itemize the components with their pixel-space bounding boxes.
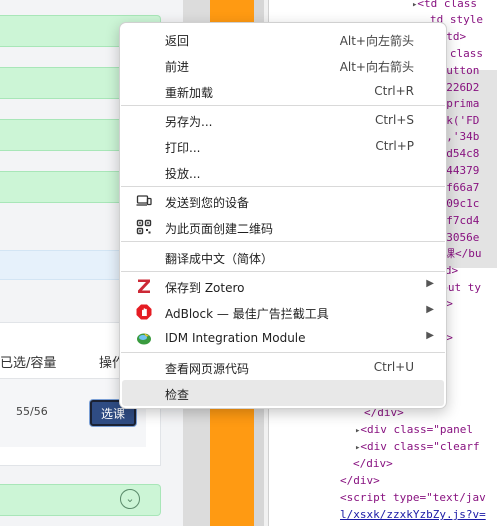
- menu-item-back[interactable]: 返回 Alt+向左箭头: [122, 26, 444, 52]
- submenu-arrow-icon: ▶: [426, 304, 434, 315]
- menu-item-label: 为此页面创建二维码: [165, 222, 274, 236]
- menu-item-qr-code[interactable]: 为此页面创建二维码: [122, 214, 444, 240]
- menu-item-view-source[interactable]: 查看网页源代码 Ctrl+U: [122, 354, 444, 380]
- menu-item-label: 翻译成中文（简体）: [165, 252, 274, 266]
- dom-node-text: <div class="clearf: [360, 440, 480, 453]
- menu-separator: [121, 352, 445, 353]
- menu-item-send-to-devices[interactable]: 发送到您的设备: [122, 188, 444, 214]
- menu-item-shortcut: Alt+向左箭头: [339, 34, 414, 48]
- menu-item-idm[interactable]: IDM Integration Module ▶: [122, 325, 444, 351]
- qr-code-icon: [136, 219, 152, 235]
- menu-item-print[interactable]: 打印... Ctrl+P: [122, 133, 444, 159]
- menu-item-label: AdBlock — 最佳广告拦截工具: [165, 307, 329, 321]
- menu-item-shortcut: Ctrl+U: [373, 360, 414, 374]
- dom-tree-line[interactable]: <script type="text/jav: [340, 490, 486, 507]
- menu-separator: [121, 271, 445, 272]
- menu-separator: [121, 105, 445, 106]
- menu-item-shortcut: Alt+向右箭头: [339, 60, 414, 74]
- menu-item-label: 返回: [165, 34, 190, 48]
- idm-icon: [136, 330, 152, 346]
- menu-item-shortcut: Ctrl+P: [375, 139, 414, 153]
- zotero-icon: [136, 278, 152, 294]
- menu-item-adblock[interactable]: AdBlock — 最佳广告拦截工具 ▶: [122, 299, 444, 325]
- menu-item-label: 另存为...: [165, 115, 213, 129]
- dom-tree-line[interactable]: l/xsxk/zzxkYzbZy.js?v=: [340, 507, 486, 524]
- dom-node-text: <script type="text/jav: [340, 491, 486, 504]
- menu-separator: [121, 241, 445, 242]
- submenu-arrow-icon: ▶: [426, 330, 434, 341]
- context-menu: 返回 Alt+向左箭头 前进 Alt+向右箭头 重新加载 Ctrl+R 另存为.…: [119, 22, 447, 409]
- devices-icon: [136, 193, 152, 209]
- menu-item-label: 查看网页源代码: [165, 362, 250, 376]
- menu-item-shortcut: Ctrl+R: [374, 84, 414, 98]
- menu-item-label: 发送到您的设备: [165, 196, 250, 210]
- menu-item-label: 检查: [165, 388, 190, 402]
- menu-item-reload[interactable]: 重新加载 Ctrl+R: [122, 78, 444, 104]
- menu-item-cast[interactable]: 投放...: [122, 159, 444, 185]
- dom-tree-line[interactable]: ▸<div class="clearf: [355, 439, 480, 456]
- dom-node-text: <div class="panel: [360, 423, 474, 436]
- menu-item-inspect[interactable]: 检查: [122, 380, 444, 406]
- menu-item-label: 重新加载: [165, 86, 214, 100]
- menu-item-forward[interactable]: 前进 Alt+向右箭头: [122, 52, 444, 78]
- dom-tree-line[interactable]: </div>: [340, 473, 380, 490]
- menu-item-label: 投放...: [165, 167, 201, 181]
- menu-item-label: IDM Integration Module: [165, 331, 306, 345]
- menu-item-label: 保存到 Zotero: [165, 281, 245, 295]
- menu-item-zotero[interactable]: 保存到 Zotero ▶: [122, 273, 444, 299]
- chevron-down-circle-icon[interactable]: ⌄: [120, 489, 140, 509]
- menu-item-save-as[interactable]: 另存为... Ctrl+S: [122, 107, 444, 133]
- menu-item-translate[interactable]: 翻译成中文（简体）: [122, 244, 444, 270]
- menu-item-label: 前进: [165, 60, 190, 74]
- dom-node-text[interactable]: l/xsxk/zzxkYzbZy.js?v=: [340, 508, 486, 521]
- dom-tree-line[interactable]: ▸<div class="panel: [355, 422, 473, 439]
- menu-item-label: 打印...: [165, 141, 201, 155]
- dom-node-text: </div>: [340, 474, 380, 487]
- menu-separator: [121, 186, 445, 187]
- dom-tree-line[interactable]: </div>: [353, 456, 393, 473]
- capacity-value: 55/56: [16, 405, 48, 418]
- dom-node-text: <td class: [417, 0, 478, 10]
- submenu-arrow-icon: ▶: [426, 278, 434, 289]
- dom-node-text: </div>: [353, 457, 393, 470]
- adblock-icon: [136, 304, 152, 320]
- menu-item-shortcut: Ctrl+S: [374, 113, 414, 127]
- column-header-capacity: 已选/容量: [0, 356, 57, 371]
